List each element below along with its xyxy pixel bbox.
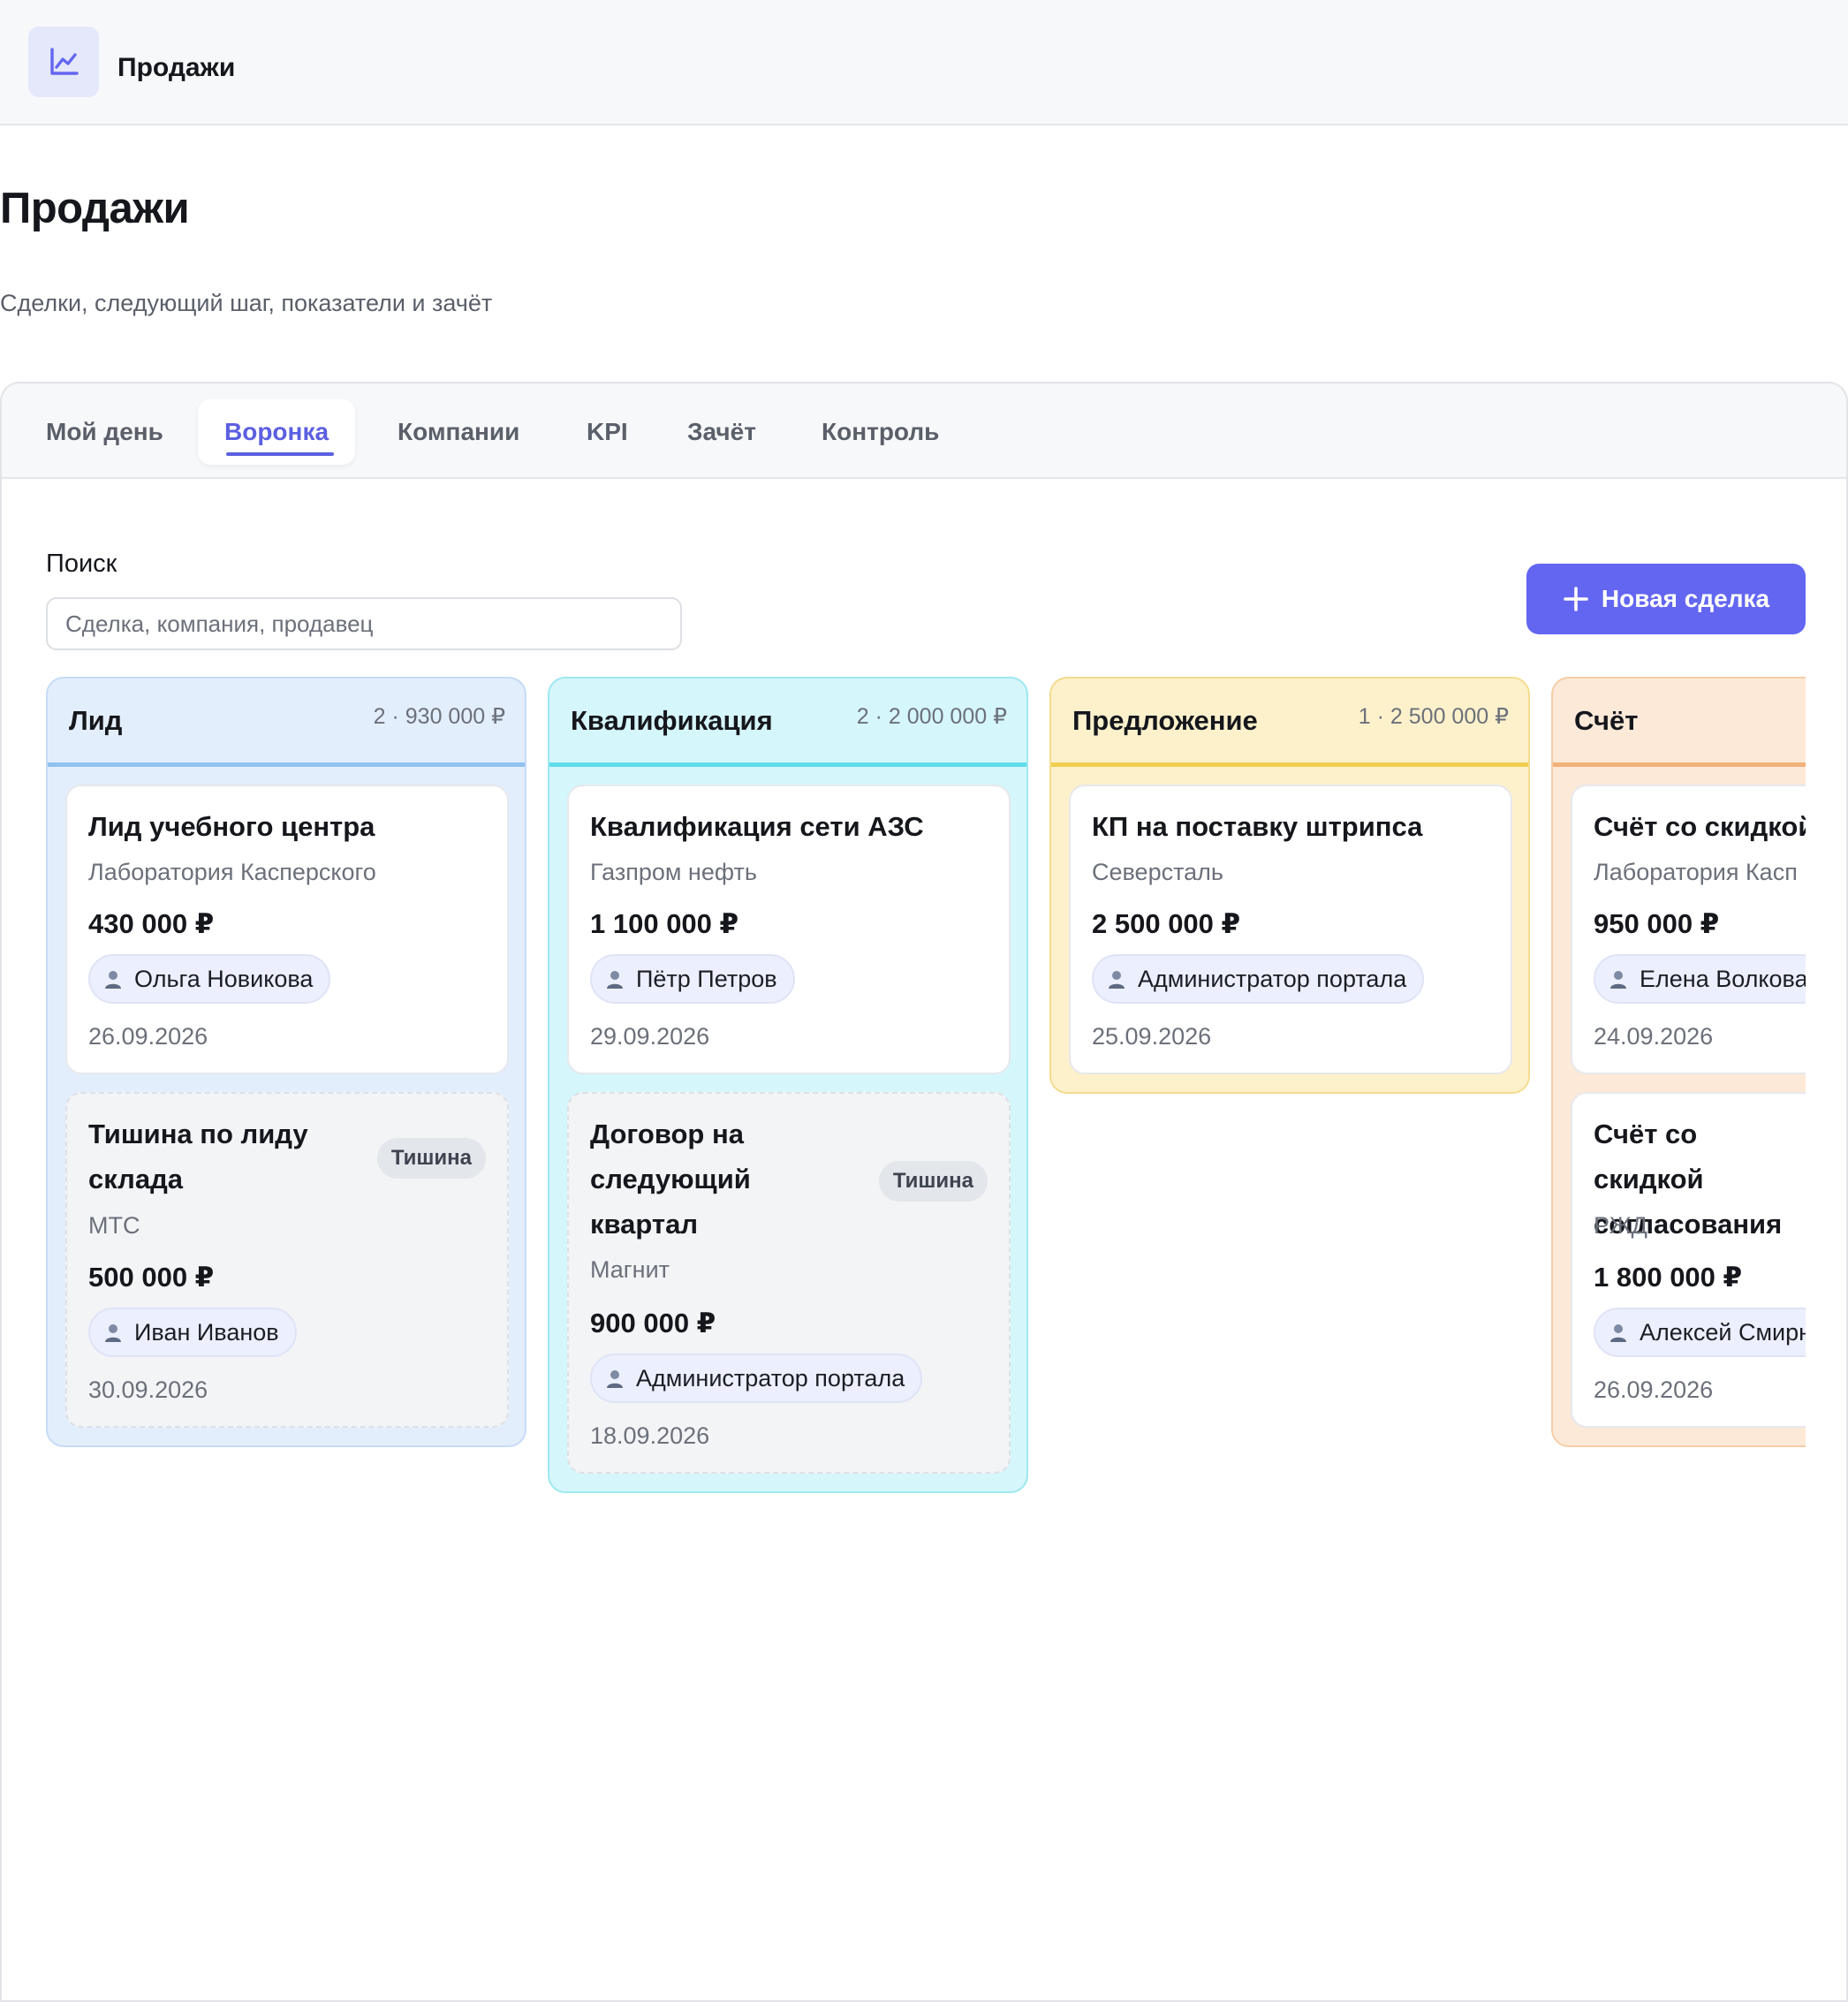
- owner-chip[interactable]: Елена Волкова: [1594, 954, 1806, 1004]
- owner-chip[interactable]: Алексей Смирн: [1594, 1308, 1806, 1357]
- deal-card[interactable]: Счёт со скидкой согласования РЖД 1 800 0…: [1571, 1092, 1806, 1428]
- owner-name: Администратор портала: [636, 1364, 905, 1392]
- deal-card[interactable]: КП на поставку штрипса Северсталь 2 500 …: [1069, 785, 1512, 1074]
- deal-card[interactable]: Счёт со скидкой Лаборатория Касп 950 000…: [1571, 785, 1806, 1074]
- tab-kpi[interactable]: KPI: [560, 399, 655, 465]
- owner-chip[interactable]: Администратор портала: [1092, 954, 1425, 1004]
- column-header: Лид 2 · 930 000 ₽: [48, 679, 525, 767]
- column-title: Лид: [69, 705, 123, 736]
- deal-amount: 1 800 000 ₽: [1594, 1262, 1743, 1293]
- deal-title: Квалификация сети АЗС: [590, 811, 924, 842]
- column-summary: 2 · 2 000 000 ₽: [856, 704, 1007, 729]
- deal-date: 30.09.2026: [88, 1376, 208, 1403]
- person-icon: [1610, 1324, 1626, 1342]
- owner-chip[interactable]: Администратор портала: [590, 1354, 923, 1403]
- column-proposal: Предложение 1 · 2 500 000 ₽ КП на постав…: [1049, 677, 1530, 1094]
- deal-company: Газпром нефть: [590, 859, 757, 885]
- person-icon: [105, 1324, 121, 1342]
- deal-company: Лаборатория Касперского: [88, 859, 376, 885]
- column-qualification: Квалификация 2 · 2 000 000 ₽ Квалификаци…: [548, 677, 1028, 1493]
- deal-company: Северсталь: [1092, 859, 1223, 885]
- tab-bar: Мой день Воронка Компании KPI Зачёт Конт…: [2, 383, 1846, 479]
- owner-name: Пётр Петров: [636, 965, 777, 992]
- deal-title: Счёт со скидкой: [1594, 811, 1806, 842]
- column-summary: 2 · 930 000 ₽: [373, 704, 505, 729]
- column-invoice: Счёт Счёт со скидкой Лаборатория Касп 95…: [1551, 677, 1806, 1447]
- deal-amount: 500 000 ₽: [88, 1262, 215, 1293]
- deal-card-silent[interactable]: Договор на следующий квартал Тишина Магн…: [567, 1092, 1011, 1474]
- person-icon: [1610, 971, 1626, 989]
- owner-chip[interactable]: Ольга Новикова: [88, 954, 331, 1004]
- owner-name: Иван Иванов: [134, 1318, 279, 1346]
- deal-amount: 1 100 000 ₽: [590, 908, 739, 939]
- deal-title: КП на поставку штрипса: [1092, 811, 1423, 842]
- deal-title: Лид учебного центра: [88, 811, 375, 842]
- owner-name: Ольга Новикова: [134, 965, 314, 992]
- app-header: Продажи: [0, 0, 1848, 125]
- deal-date: 26.09.2026: [1594, 1376, 1714, 1403]
- tab-companies[interactable]: Компании: [371, 399, 546, 465]
- page-subtitle: Сделки, следующий шаг, показатели и зачё…: [0, 290, 493, 316]
- deal-company: Магнит: [590, 1256, 670, 1283]
- tab-control[interactable]: Контроль: [795, 399, 966, 465]
- chart-line-icon[interactable]: [28, 27, 99, 97]
- new-deal-button[interactable]: Новая сделка: [1526, 564, 1806, 634]
- deal-date: 26.09.2026: [88, 1023, 208, 1050]
- deal-date: 29.09.2026: [590, 1023, 710, 1050]
- deal-amount: 950 000 ₽: [1594, 908, 1720, 939]
- deal-company: РЖД: [1594, 1212, 1647, 1239]
- person-icon: [607, 971, 623, 989]
- deal-card-silent[interactable]: Тишина по лиду склада Тишина МТС 500 000…: [65, 1092, 509, 1428]
- tab-offset[interactable]: Зачёт: [661, 399, 783, 465]
- column-header: Предложение 1 · 2 500 000 ₽: [1051, 679, 1528, 767]
- search-label: Поиск: [46, 550, 117, 578]
- deal-card[interactable]: Квалификация сети АЗС Газпром нефть 1 10…: [567, 785, 1011, 1074]
- deal-amount: 900 000 ₽: [590, 1308, 716, 1338]
- column-title: Предложение: [1072, 705, 1258, 736]
- column-title: Квалификация: [571, 705, 773, 736]
- search-input[interactable]: [46, 597, 682, 650]
- plus-icon: [1564, 587, 1588, 611]
- person-icon: [105, 971, 121, 989]
- owner-chip[interactable]: Иван Иванов: [88, 1308, 297, 1357]
- deal-amount: 2 500 000 ₽: [1092, 908, 1241, 939]
- new-deal-label: Новая сделка: [1601, 585, 1770, 612]
- deal-date: 25.09.2026: [1092, 1023, 1212, 1050]
- deal-amount: 430 000 ₽: [88, 908, 215, 939]
- tab-funnel[interactable]: Воронка: [198, 399, 356, 465]
- column-title: Счёт: [1574, 705, 1639, 736]
- kanban-board: Лид 2 · 930 000 ₽ Лид учебного центра Ла…: [46, 677, 1806, 1560]
- silence-badge: Тишина: [376, 1138, 486, 1179]
- deal-date: 18.09.2026: [590, 1422, 710, 1449]
- person-icon: [607, 1370, 623, 1388]
- deal-company: Лаборатория Касп: [1594, 859, 1798, 885]
- column-lead: Лид 2 · 930 000 ₽ Лид учебного центра Ла…: [46, 677, 526, 1447]
- deal-title: Тишина по лиду склада: [88, 1119, 308, 1194]
- person-icon: [1109, 971, 1125, 989]
- tab-my-day[interactable]: Мой день: [19, 399, 190, 465]
- column-header: Квалификация 2 · 2 000 000 ₽: [549, 679, 1026, 767]
- owner-name: Елена Волкова: [1640, 965, 1806, 992]
- deal-card[interactable]: Лид учебного центра Лаборатория Касперск…: [65, 785, 509, 1074]
- silence-badge: Тишина: [878, 1161, 988, 1202]
- column-summary: 1 · 2 500 000 ₽: [1358, 704, 1509, 729]
- owner-name: Алексей Смирн: [1640, 1318, 1806, 1346]
- sales-panel: Мой день Воронка Компании KPI Зачёт Конт…: [0, 382, 1848, 2002]
- owner-chip[interactable]: Пётр Петров: [590, 954, 795, 1004]
- deal-date: 24.09.2026: [1594, 1023, 1714, 1050]
- app-title: Продажи: [117, 53, 236, 82]
- page-title: Продажи: [0, 185, 190, 232]
- deal-title: Договор на следующий квартал: [590, 1119, 751, 1240]
- active-tab-indicator: [226, 452, 335, 456]
- column-header: Счёт: [1553, 679, 1806, 767]
- deal-company: МТС: [88, 1212, 140, 1239]
- owner-name: Администратор портала: [1138, 965, 1407, 992]
